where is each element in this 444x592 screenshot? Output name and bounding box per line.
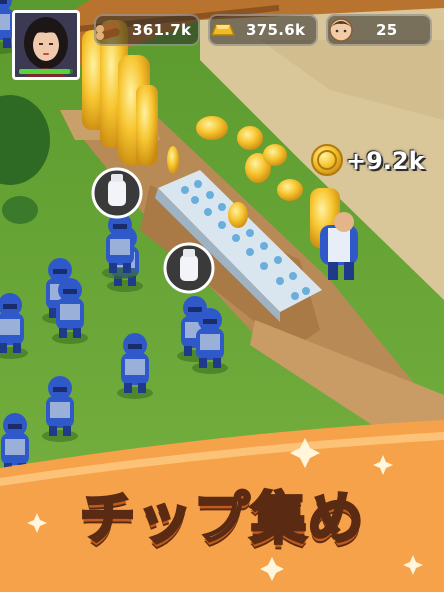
milk-request-bubble bbox=[91, 167, 143, 219]
character-portrait-image bbox=[15, 13, 77, 77]
player-portrait[interactable] bbox=[12, 10, 80, 80]
gold-counter: 375.6k bbox=[208, 14, 318, 46]
wood-counter: 361.7k bbox=[94, 14, 200, 46]
coin-reward-text: +9.2k bbox=[346, 147, 425, 175]
wood-log-icon bbox=[96, 21, 120, 40]
health-bar bbox=[19, 69, 73, 74]
gold-amount: 375.6k bbox=[246, 21, 306, 39]
population-counter: 25 bbox=[326, 14, 432, 46]
health-bar-fill bbox=[19, 69, 71, 74]
wood-amount: 361.7k bbox=[132, 21, 192, 39]
population-count: 25 bbox=[376, 21, 398, 39]
banner-title: チップ集め bbox=[78, 486, 365, 554]
milk-request-bubble bbox=[163, 242, 215, 294]
gold-coin-icon bbox=[311, 144, 343, 176]
villager-head-icon bbox=[329, 18, 353, 42]
gold-ingot-icon bbox=[210, 24, 236, 36]
